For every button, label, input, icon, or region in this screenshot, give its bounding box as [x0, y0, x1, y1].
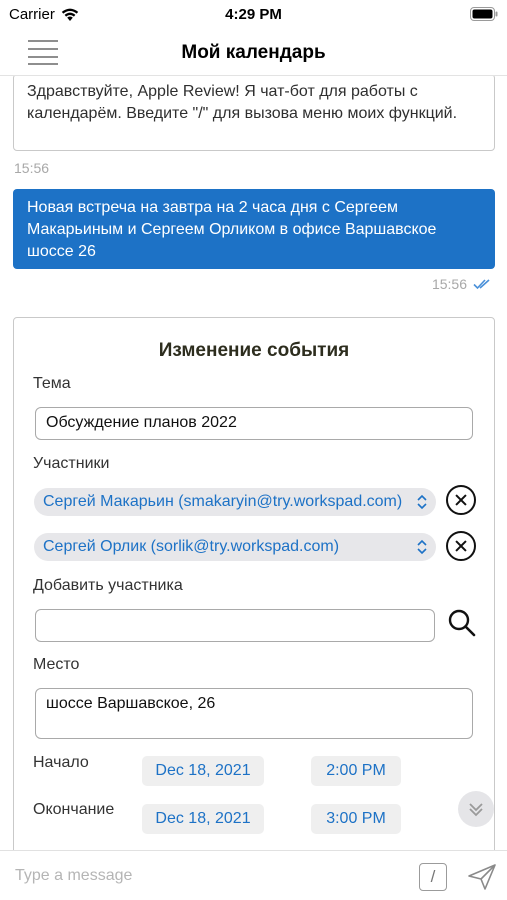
command-slash-button[interactable]: /: [419, 863, 447, 891]
message-input-bar: Type a message /: [0, 850, 507, 900]
chat-area[interactable]: Здравствуйте, Apple Review! Я чат-бот дл…: [0, 76, 507, 850]
remove-participant-2-icon[interactable]: [446, 531, 476, 561]
status-bar: Carrier 4:29 PM: [0, 0, 507, 30]
end-time-button[interactable]: 3:00 PM: [311, 804, 401, 834]
participant-select-2[interactable]: Сергей Орлик (sorlik@try.workspad.com): [34, 533, 436, 561]
search-icon[interactable]: [446, 607, 478, 639]
start-label: Начало: [33, 754, 89, 771]
chevron-updown-icon: [417, 539, 427, 555]
scroll-down-button[interactable]: [458, 791, 494, 827]
add-participant-input[interactable]: [35, 609, 435, 642]
end-date-button[interactable]: Dec 18, 2021: [142, 804, 264, 834]
bot-message-text: Здравствуйте, Apple Review! Я чат-бот дл…: [27, 83, 458, 122]
participant-1-label: Сергей Макарьин (smakaryin@try.workspad.…: [43, 493, 403, 510]
place-label: Место: [33, 656, 80, 673]
chevron-updown-icon: [417, 494, 427, 510]
user-message-time: 15:56: [431, 276, 467, 292]
navigation-bar: Мой календарь: [0, 30, 507, 76]
bot-message-bubble: Здравствуйте, Apple Review! Я чат-бот дл…: [13, 76, 495, 151]
battery-icon: [470, 7, 498, 21]
participant-select-1[interactable]: Сергей Макарьин (smakaryin@try.workspad.…: [34, 488, 436, 516]
double-chevron-down-icon: [469, 803, 483, 817]
event-edit-card: Изменение события Тема Обсуждение планов…: [13, 317, 495, 850]
form-title: Изменение события: [158, 340, 350, 361]
start-date-button[interactable]: Dec 18, 2021: [142, 756, 264, 786]
topic-label: Тема: [33, 375, 71, 392]
user-message-meta: 15:56: [432, 276, 493, 292]
place-field[interactable]: шоссе Варшавское, 26: [35, 688, 473, 739]
topic-field[interactable]: Обсуждение планов 2022: [35, 407, 473, 440]
send-icon[interactable]: [467, 863, 497, 891]
read-checkmark-icon: [473, 279, 490, 290]
remove-participant-1-icon[interactable]: [446, 485, 476, 515]
message-input[interactable]: Type a message: [15, 867, 132, 885]
end-label: Окончание: [33, 801, 115, 818]
user-message-bubble: Новая встреча на завтра на 2 часа дня с …: [13, 189, 495, 269]
add-participant-label: Добавить участника: [33, 577, 183, 594]
participant-2-label: Сергей Орлик (sorlik@try.workspad.com): [43, 538, 340, 555]
page-title: Мой календарь: [181, 42, 326, 63]
user-message-text: Новая встреча на завтра на 2 часа дня с …: [27, 199, 437, 260]
bot-message-time: 15:56: [14, 160, 50, 176]
participants-label: Участники: [33, 455, 110, 472]
status-time: 4:29 PM: [225, 6, 282, 23]
start-time-button[interactable]: 2:00 PM: [311, 756, 401, 786]
